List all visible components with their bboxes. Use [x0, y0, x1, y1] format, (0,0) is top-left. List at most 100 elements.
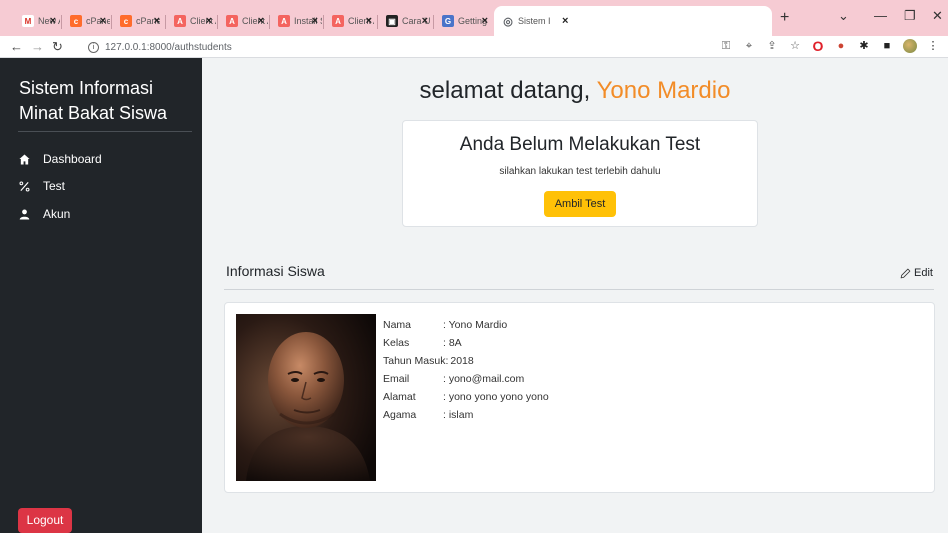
- gmail-icon: M: [22, 15, 34, 27]
- edit-button[interactable]: Edit: [900, 266, 933, 280]
- extensions-puzzle-icon[interactable]: ✱: [857, 39, 871, 53]
- sidebar-item-label: Akun: [43, 207, 71, 221]
- close-icon[interactable]: ×: [562, 15, 568, 27]
- laravel-icon: A: [332, 15, 344, 27]
- browser-tab-title: cPanel -: [86, 16, 110, 26]
- close-icon[interactable]: ×: [482, 15, 488, 27]
- test-status-card: Anda Belum Melakukan Test silahkan lakuk…: [402, 120, 758, 227]
- edit-label: Edit: [914, 267, 933, 279]
- section-divider: [224, 289, 934, 290]
- sidebar-item-akun[interactable]: Akun: [19, 206, 70, 222]
- detail-value: : Yono Mardio: [443, 319, 508, 331]
- close-icon[interactable]: ×: [422, 15, 428, 27]
- close-icon[interactable]: ×: [206, 15, 212, 27]
- window-close-icon[interactable]: ✕: [932, 9, 943, 23]
- docs-icon: G: [442, 15, 454, 27]
- new-tab-icon[interactable]: +: [780, 10, 789, 26]
- detail-row-nama: Nama : Yono Mardio: [383, 316, 549, 334]
- percent-icon: [19, 181, 35, 192]
- browser-tab[interactable]: M New Ac ×: [14, 6, 62, 36]
- detail-row-email: Email : yono@mail.com: [383, 370, 549, 388]
- minimize-icon[interactable]: —: [874, 9, 887, 23]
- close-icon[interactable]: ×: [366, 15, 372, 27]
- sidebar-divider: [18, 131, 192, 132]
- browser-tab-title: Client A: [190, 16, 216, 26]
- detail-value: : yono yono yono yono: [443, 391, 549, 403]
- browser-tab[interactable]: A Client A ×: [166, 6, 218, 36]
- close-icon[interactable]: ×: [50, 15, 56, 27]
- detail-value: : yono@mail.com: [443, 373, 525, 385]
- sidebar-item-label: Test: [43, 179, 66, 193]
- restore-icon[interactable]: ❐: [904, 9, 916, 23]
- detail-value: : islam: [443, 409, 474, 421]
- tab-search-icon[interactable]: ⌄: [838, 9, 849, 23]
- browser-tab-active[interactable]: ◎ Sistem I ×: [494, 6, 772, 36]
- opera-extension-icon[interactable]: O: [811, 39, 825, 53]
- detail-row-alamat: Alamat : yono yono yono yono: [383, 388, 549, 406]
- translate-icon[interactable]: ⌖: [742, 39, 756, 53]
- take-test-button[interactable]: Ambil Test: [544, 191, 616, 217]
- main-content: selamat datang, Yono Mardio Anda Belum M…: [202, 58, 948, 533]
- video-icon: ▣: [386, 15, 398, 27]
- section-title: Informasi Siswa: [226, 263, 325, 279]
- sidebar: Sistem Informasi Minat Bakat Siswa Dashb…: [0, 58, 202, 533]
- info-icon[interactable]: i: [88, 41, 99, 53]
- sidebar-item-dashboard[interactable]: Dashboard: [19, 151, 102, 167]
- sidebar-item-label: Dashboard: [43, 152, 102, 166]
- test-status-title: Anda Belum Melakukan Test: [459, 134, 701, 155]
- user-icon: [19, 209, 35, 220]
- detail-row-kelas: Kelas : 8A: [383, 334, 549, 352]
- address-bar[interactable]: i 127.0.0.1:8000/authstudents: [88, 38, 728, 56]
- laravel-icon: A: [278, 15, 290, 27]
- key-icon[interactable]: ⚿: [719, 39, 733, 53]
- pencil-icon: [900, 268, 911, 279]
- home-icon: [19, 153, 35, 165]
- test-status-subtitle: silahkan lakukan test terlebih dahulu: [499, 166, 661, 177]
- sidebar-item-test[interactable]: Test: [19, 178, 65, 194]
- share-icon[interactable]: ⇪: [765, 39, 779, 53]
- detail-label: Kelas: [383, 337, 410, 349]
- cpanel-icon: c: [70, 15, 82, 27]
- logout-button[interactable]: Logout: [18, 508, 72, 533]
- welcome-username: Yono Mardio: [596, 77, 731, 104]
- menu-icon[interactable]: ⋮: [926, 39, 940, 53]
- detail-value: 2018: [450, 355, 474, 367]
- detail-row-agama: Agama : islam: [383, 406, 549, 424]
- close-icon[interactable]: ×: [258, 15, 264, 27]
- browser-tab-strip: M New Ac × c cPanel - × c cPanel - × A C…: [0, 0, 948, 36]
- welcome-prefix: selamat datang,: [419, 77, 591, 104]
- browser-tab[interactable]: A Client A ×: [324, 6, 378, 36]
- close-icon[interactable]: ×: [154, 15, 160, 27]
- toolbar-icons: ⚿ ⌖ ⇪ ☆ O ● ✱ ■ ⋮: [719, 39, 940, 53]
- detail-label: Alamat: [383, 391, 416, 403]
- forward-icon[interactable]: →: [31, 39, 44, 55]
- color-extension-icon[interactable]: ●: [834, 39, 848, 53]
- browser-toolbar: ← → ↻ i 127.0.0.1:8000/authstudents ⚿ ⌖ …: [0, 36, 948, 58]
- sidebar-brand[interactable]: Sistem Informasi Minat Bakat Siswa: [19, 76, 199, 126]
- browser-tab[interactable]: G Getting ×: [434, 6, 494, 36]
- browser-tab[interactable]: c cPanel - ×: [62, 6, 112, 36]
- student-photo: [236, 314, 376, 481]
- back-icon[interactable]: ←: [10, 39, 23, 55]
- detail-label: Nama: [383, 319, 412, 331]
- detail-label: Email: [383, 373, 410, 385]
- laravel-icon: A: [226, 15, 238, 27]
- detail-label: Agama: [383, 409, 417, 421]
- profile-avatar[interactable]: [903, 39, 917, 53]
- url-text: 127.0.0.1:8000/authstudents: [105, 41, 232, 53]
- browser-tab[interactable]: c cPanel - ×: [112, 6, 166, 36]
- detail-row-tahun-masuk: Tahun Masuk: 2018: [383, 352, 549, 370]
- student-info-card: Nama : Yono Mardio Kelas : 8A Tahun Masu…: [224, 302, 935, 493]
- browser-tab[interactable]: A Install SI ×: [270, 6, 324, 36]
- sidepanel-icon[interactable]: ■: [880, 39, 894, 53]
- globe-icon: ◎: [502, 15, 514, 28]
- detail-label: Tahun Masuk:: [383, 355, 449, 367]
- close-icon[interactable]: ×: [100, 15, 106, 27]
- close-icon[interactable]: ×: [312, 15, 318, 27]
- browser-tab[interactable]: A Client A ×: [218, 6, 270, 36]
- browser-tab-title: Client A: [242, 16, 268, 26]
- reload-icon[interactable]: ↻: [52, 39, 63, 55]
- browser-tab[interactable]: ▣ Cara Up ×: [378, 6, 434, 36]
- detail-value: : 8A: [443, 337, 462, 349]
- bookmark-star-icon[interactable]: ☆: [788, 39, 802, 53]
